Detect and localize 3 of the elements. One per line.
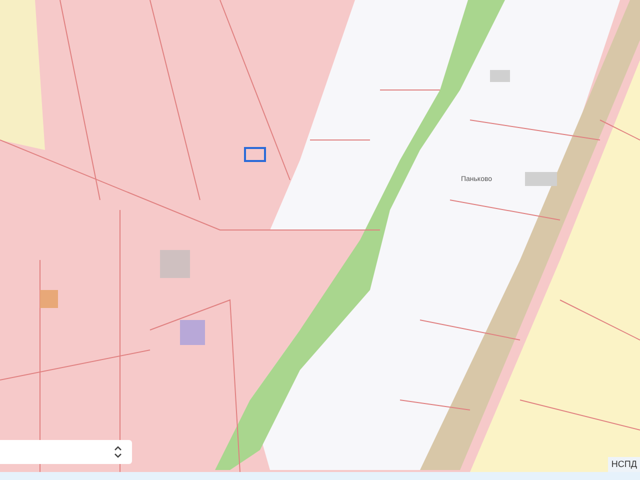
up-down-caret-icon — [114, 446, 122, 458]
attribution-text: НСПД — [608, 456, 640, 472]
layer-select[interactable] — [0, 440, 132, 464]
